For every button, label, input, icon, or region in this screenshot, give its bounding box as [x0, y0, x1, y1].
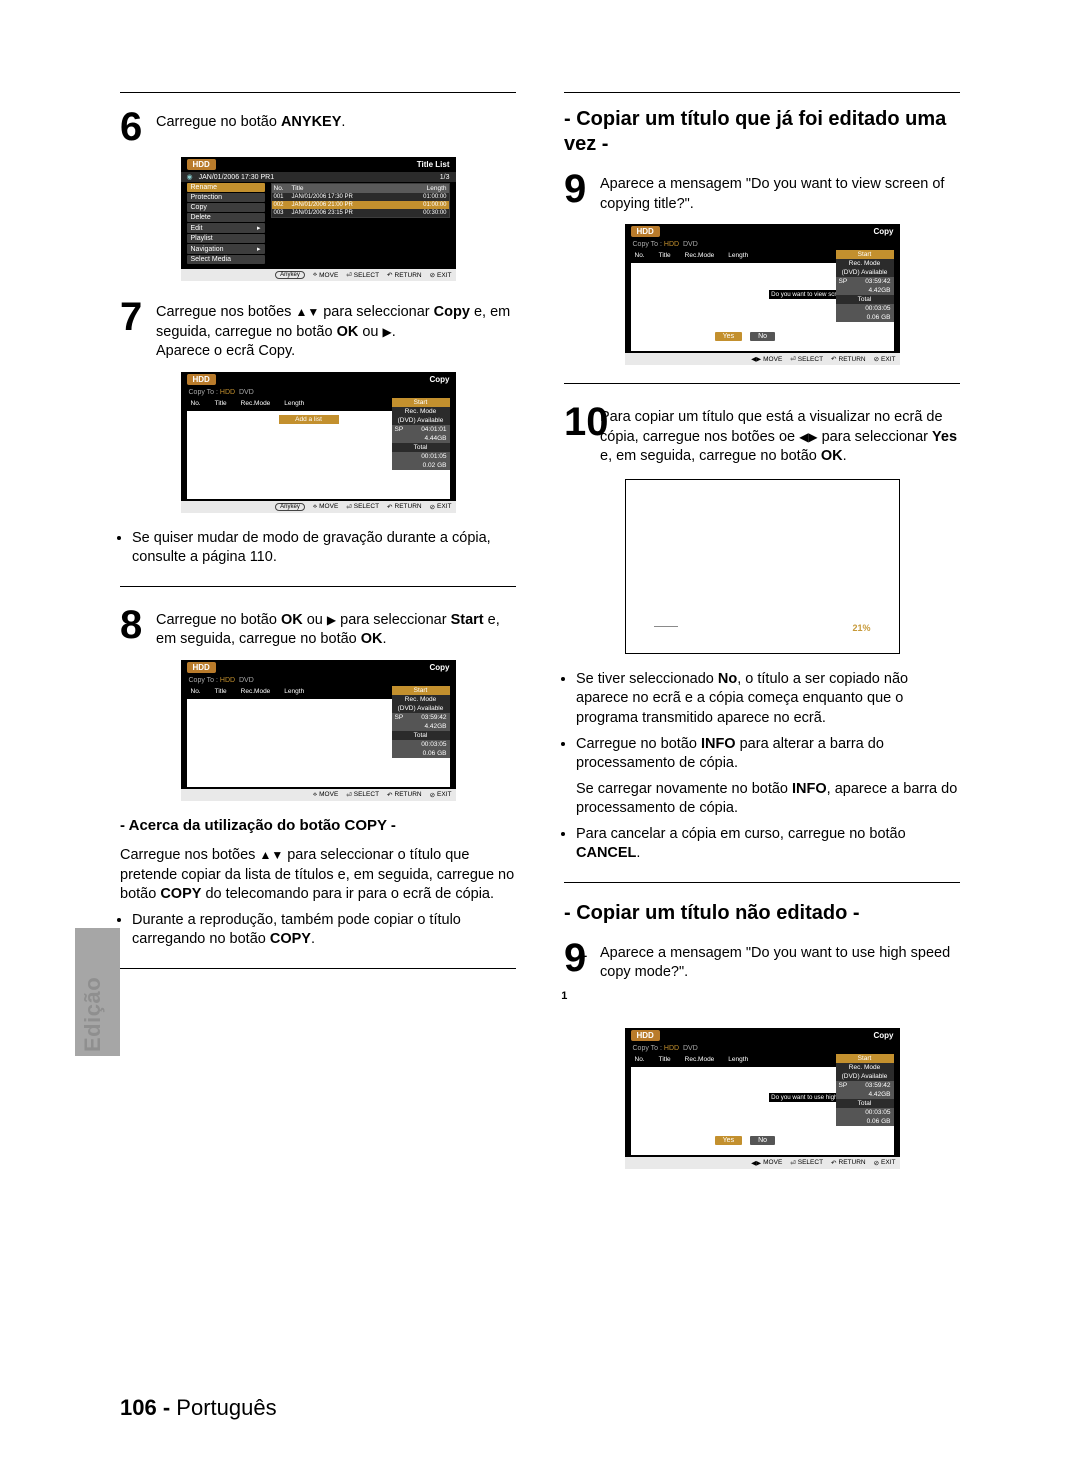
rule — [120, 968, 516, 969]
title-list-label: Title List — [417, 160, 450, 169]
bullet-list: Durante a reprodução, também pode copiar… — [132, 911, 516, 950]
step-text: Carregue no botão OK ou ▶ para seleccion… — [156, 611, 516, 650]
table-row: 002JAN/01/2006 21:00 PR01:00:00 — [272, 201, 449, 209]
yes-button: Yes — [715, 1136, 742, 1145]
text: . — [341, 114, 345, 130]
yes-no-group: Yes No — [715, 332, 775, 341]
no-button: No — [750, 1136, 775, 1145]
no-button: No — [750, 332, 775, 341]
rule — [120, 586, 516, 587]
note-bullet: Se quiser mudar de modo de gravação dura… — [132, 529, 516, 568]
menu-item: Protection — [187, 193, 265, 202]
page: Edição 6 Carregue no botão ANYKEY. HDD T… — [0, 0, 1080, 1481]
screen-footer: Anykey ⟡MOVE ⏎SELECT ↶RETURN ⊘EXIT — [181, 269, 456, 281]
add-a-list-row: Add a list — [279, 415, 339, 424]
text-bold: ANYKEY — [281, 114, 341, 130]
yes-button: Yes — [715, 332, 742, 341]
col-header: Length — [409, 185, 447, 192]
step-number: 8 — [120, 605, 148, 645]
hdd-badge: HDD — [187, 159, 216, 170]
menu-item: Navigation▸ — [187, 244, 265, 254]
text: Carregue no botão — [156, 114, 281, 130]
step-text: Aparece a mensagem "Do you want to view … — [600, 175, 960, 214]
side-tab-label: Edição — [80, 977, 106, 1052]
step-9: 9 Aparece a mensagem "Do you want to vie… — [564, 169, 960, 214]
screenshot-progress: 21% — [625, 479, 900, 654]
title-table: No. Title Length 001JAN/01/2006 17:30 PR… — [271, 183, 450, 218]
step-10: 10 Para copiar um título que está a visu… — [564, 402, 960, 467]
progress-percent: 21% — [852, 623, 870, 633]
step-number: 6 — [120, 107, 148, 147]
step-number: 9 — [564, 169, 592, 209]
step-8: 8 Carregue no botão OK ou ▶ para selecci… — [120, 605, 516, 650]
clock-icon: ◉ — [187, 173, 193, 181]
screenshot-copy-viewprompt: HDD Copy Copy To : HDD DVD No.TitleRec.M… — [625, 224, 900, 365]
step-text: Carregue nos botões ▲▼ para seleccionar … — [156, 303, 516, 362]
anykey-pill: Anykey — [275, 271, 305, 279]
side-panel: Start Rec. Mode (DVD) Available SP04:01:… — [392, 398, 450, 470]
step-text: Carregue no botão ANYKEY. — [156, 113, 345, 133]
page-language: Português — [176, 1395, 276, 1420]
menu-item: Playlist — [187, 234, 265, 243]
menu-item: Delete — [187, 213, 265, 222]
screenshot-copy-addlist: HDD Copy Copy To : HDD DVD No.TitleRec.M… — [181, 372, 456, 513]
screenshot-title-list: HDD Title List ◉ JAN/01/2006 17:30 PR1 1… — [181, 157, 456, 281]
menu-item: Select Media — [187, 255, 265, 264]
paragraph: Carregue nos botões ▲▼ para seleccionar … — [120, 846, 516, 905]
screenshot-copy-start: HDD Copy Copy To : HDD DVD No.TitleRec.M… — [181, 660, 456, 801]
bullet-list: Se tiver seleccionado No, o título a ser… — [576, 670, 960, 774]
right-column: - Copiar um título que já foi editado um… — [564, 92, 960, 1185]
page-index: 1/3 — [440, 174, 450, 181]
paragraph: Se carregar novamente no botão INFO, apa… — [576, 780, 960, 819]
copy-button-subheading: - Acerca da utilização do botão COPY - — [120, 817, 516, 834]
menu-item: Edit▸ — [187, 223, 265, 233]
page-footer: 106 - Português — [120, 1395, 277, 1421]
rule — [564, 92, 960, 93]
step-9-1: 9-1 Aparece a mensagem "Do you want to u… — [564, 938, 960, 1018]
yes-no-group: Yes No — [715, 1136, 775, 1145]
table-row: 001JAN/01/2006 17:30 PR01:00:00 — [272, 193, 449, 201]
rule — [564, 383, 960, 384]
col-header: Title — [292, 185, 407, 192]
screenshot-copy-highspeed: HDD Copy Copy To : HDD DVD No.TitleRec.M… — [625, 1028, 900, 1169]
rule — [564, 882, 960, 883]
timestamp: JAN/01/2006 17:30 PR1 — [199, 174, 275, 181]
copy-label: Copy — [430, 375, 450, 384]
step-7: 7 Carregue nos botões ▲▼ para selecciona… — [120, 297, 516, 362]
step-number: 7 — [120, 297, 148, 337]
context-menu: Rename Protection Copy Delete Edit▸ Play… — [187, 183, 265, 265]
step-6: 6 Carregue no botão ANYKEY. — [120, 107, 516, 147]
left-column: 6 Carregue no botão ANYKEY. HDD Title Li… — [120, 92, 516, 1185]
col-header: No. — [274, 185, 290, 192]
bullet-list: Para cancelar a cópia em curso, carregue… — [576, 825, 960, 864]
step-text: Para copiar um título que está a visuali… — [600, 408, 960, 467]
menu-item: Rename — [187, 183, 265, 192]
step-text: Aparece a mensagem "Do you want to use h… — [600, 944, 960, 983]
step-number: 9-1 — [564, 938, 592, 1018]
step-number: 10 — [564, 402, 592, 442]
page-number: 106 - — [120, 1395, 170, 1420]
heading-copy-unedited-title: - Copiar um título não editado - — [564, 901, 960, 926]
rule — [120, 92, 516, 93]
hdd-badge: HDD — [187, 374, 216, 385]
heading-copied-edited-title: - Copiar um título que já foi editado um… — [564, 107, 960, 157]
table-row: 003JAN/01/2006 23:15 PR00:30:00 — [272, 209, 449, 217]
menu-item: Copy — [187, 203, 265, 212]
